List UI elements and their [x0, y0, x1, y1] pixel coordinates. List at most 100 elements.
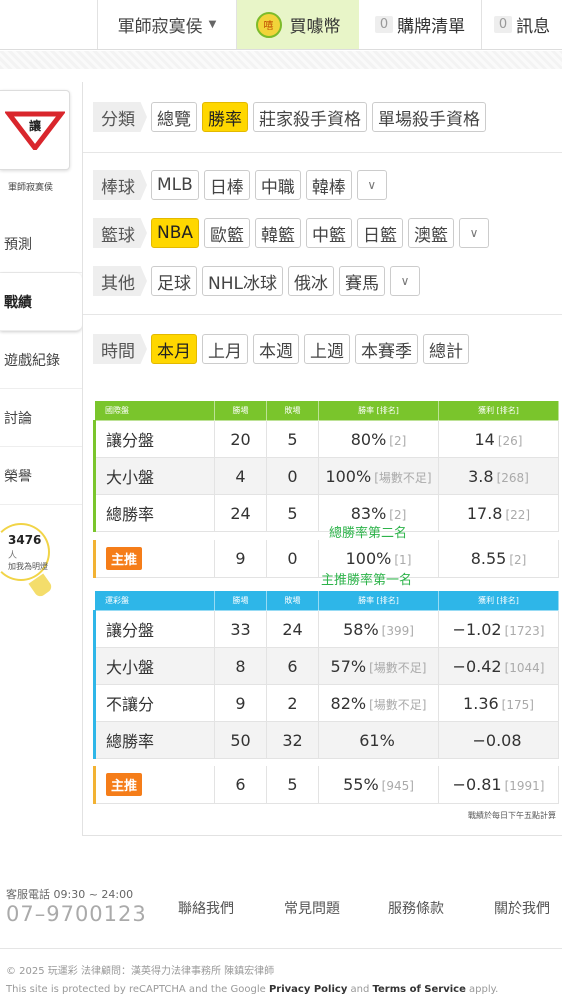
period-total[interactable]: 總計 — [423, 334, 469, 364]
category-filter: 分類 總覽 勝率 莊家殺手資格 單場殺手資格 — [93, 102, 491, 132]
league-khl[interactable]: 俄冰 — [287, 266, 334, 296]
avatar[interactable]: 讓 — [0, 90, 70, 170]
divider — [0, 948, 562, 949]
rate-cell: 61% — [318, 721, 439, 759]
profit-cell: 14 [26] — [438, 420, 559, 458]
tab-win-rate[interactable]: 勝率 — [202, 102, 248, 132]
annotation-total-rank: 總勝率第二名 — [329, 526, 408, 541]
chevron-down-icon: ▼ — [208, 19, 217, 30]
top-bar: 軍師寂寞侯 ▼ 嘻 買噱幣 0 購牌清單 0 訊息 — [0, 0, 562, 50]
copyright: © 2025 玩運彩 法律顧問：漢英得力法律事務所 陳鎮宏律師 — [6, 966, 275, 977]
league-euro[interactable]: 歐籃 — [204, 218, 251, 248]
period-this-season[interactable]: 本賽季 — [355, 334, 418, 364]
handicap-logo-icon: 讓 — [4, 111, 65, 150]
table-row: 總勝率 50 32 61% −0.08 — [93, 721, 559, 759]
period-last-week[interactable]: 上週 — [304, 334, 350, 364]
tab-overview[interactable]: 總覽 — [151, 102, 197, 132]
user-menu[interactable]: 軍師寂寞侯 ▼ — [97, 0, 237, 49]
footer-link-contact[interactable]: 聯絡我們 — [178, 898, 234, 918]
league-horse[interactable]: 賽馬 — [338, 266, 385, 296]
wins-cell: 9 — [214, 540, 267, 578]
wins-cell: 6 — [214, 766, 267, 804]
losses-cell: 0 — [266, 540, 319, 578]
row-label: 主推 — [93, 766, 215, 804]
chevron-down-icon[interactable]: ∨ — [356, 170, 387, 200]
table-row: 主推 6 5 55% [945] −0.81 [1991] — [93, 766, 559, 804]
sidebar-item-game-history[interactable]: 遊戲紀錄 — [0, 331, 82, 389]
rate-cell: 55% [945] — [318, 766, 439, 804]
table-row: 讓分盤 33 24 58% [399] −1.02 [1723] — [93, 610, 559, 648]
messages-label: 訊息 — [516, 17, 551, 37]
fans-count: 3476 人 — [8, 532, 42, 561]
cart-button[interactable]: 0 購牌清單 — [359, 0, 482, 49]
column-header: 敗場 — [266, 590, 319, 611]
privacy-policy-link[interactable]: Privacy Policy — [269, 984, 347, 995]
lottery-pick-table: 主推 6 5 55% [945] −0.81 [1991] — [93, 766, 559, 804]
losses-cell: 0 — [266, 457, 319, 495]
basketball-label: 籃球 — [93, 218, 147, 248]
terms-of-service-link[interactable]: Terms of Service — [373, 984, 466, 995]
footer-link-about[interactable]: 關於我們 — [494, 898, 550, 918]
sidebar-item-predict[interactable]: 預測 — [0, 215, 82, 273]
message-count-badge: 0 — [493, 16, 513, 33]
table-row: 不讓分 9 2 82% [場數不足] 1.36 [175] — [93, 684, 559, 722]
buy-coin-button[interactable]: 嘻 買噱幣 — [237, 0, 359, 49]
coin-icon: 嘻 — [255, 11, 282, 38]
losses-cell: 2 — [266, 684, 319, 722]
row-label: 總勝率 — [93, 721, 215, 759]
footer-link-faq[interactable]: 常見問題 — [284, 898, 340, 918]
recaptcha-notice: This site is protected by reCAPTCHA and … — [6, 984, 499, 995]
main-panel: 分類 總覽 勝率 莊家殺手資格 單場殺手資格 棒球 MLB 日棒 中職 韓棒 ∨… — [82, 82, 562, 836]
baseball-label: 棒球 — [93, 170, 147, 200]
league-mlb[interactable]: MLB — [151, 170, 199, 200]
profit-cell: −0.42 [1044] — [438, 647, 559, 685]
sidebar-item-label: 遊戲紀錄 — [4, 352, 60, 369]
tab-banker-killer[interactable]: 莊家殺手資格 — [253, 102, 367, 132]
period-this-month[interactable]: 本月 — [151, 334, 197, 364]
losses-cell: 5 — [266, 420, 319, 458]
period-last-month[interactable]: 上月 — [202, 334, 248, 364]
chevron-down-icon[interactable]: ∨ — [459, 218, 490, 248]
profit-cell: 17.8 [22] — [438, 494, 559, 532]
wins-cell: 24 — [214, 494, 267, 532]
wins-cell: 20 — [214, 420, 267, 458]
tab-single-killer[interactable]: 單場殺手資格 — [372, 102, 486, 132]
profit-cell: −0.08 — [438, 721, 559, 759]
footer-link-terms[interactable]: 服務條款 — [388, 898, 444, 918]
league-cba[interactable]: 中籃 — [306, 218, 353, 248]
chevron-down-icon[interactable]: ∨ — [389, 266, 420, 296]
rate-cell: 100% [場數不足] — [318, 457, 439, 495]
service-phone[interactable]: 07–9700123 — [6, 902, 147, 926]
league-nbl[interactable]: 澳籃 — [408, 218, 455, 248]
messages-button[interactable]: 0 訊息 — [482, 0, 562, 49]
user-name: 軍師寂寞侯 — [117, 17, 203, 37]
period-this-week[interactable]: 本週 — [253, 334, 299, 364]
sidebar-item-honors[interactable]: 榮譽 — [0, 447, 82, 505]
sidebar-item-discussion[interactable]: 討論 — [0, 389, 82, 447]
league-soccer[interactable]: 足球 — [151, 266, 197, 296]
losses-cell: 32 — [266, 721, 319, 759]
lottery-record-table: 運彩盤 勝場 敗場 勝率 [排名] 獲利 [排名] 讓分盤 33 24 58%[… — [93, 590, 559, 759]
league-nhl[interactable]: NHL冰球 — [202, 266, 283, 296]
table-row: 大小盤 8 6 57% [場數不足] −0.42 [1044] — [93, 647, 559, 685]
wins-cell: 4 — [214, 457, 267, 495]
profit-cell: −0.81 [1991] — [438, 766, 559, 804]
avatar-name: 軍師寂寞侯 — [8, 183, 54, 193]
league-bleague[interactable]: 日籃 — [357, 218, 404, 248]
basketball-filter: 籃球 NBA 歐籃 韓籃 中籃 日籃 澳籃 ∨ — [93, 218, 494, 248]
league-kbo[interactable]: 韓棒 — [305, 170, 352, 200]
sidebar-item-record[interactable]: 戰績 — [0, 273, 82, 331]
row-label: 大小盤 — [93, 647, 215, 685]
column-header: 獲利 [排名] — [438, 590, 559, 611]
league-kbl[interactable]: 韓籃 — [255, 218, 302, 248]
table-row: 讓分盤 20 5 80% [2] 14 [26] — [93, 420, 559, 458]
league-cpbl[interactable]: 中職 — [254, 170, 301, 200]
wins-cell: 9 — [214, 684, 267, 722]
column-header: 運彩盤 — [94, 590, 215, 611]
sidebar-item-label: 榮譽 — [4, 468, 32, 485]
column-header: 勝率 [排名] — [318, 590, 439, 611]
row-label: 總勝率 — [93, 494, 215, 532]
buy-coin-label: 買噱幣 — [289, 17, 341, 37]
league-npb[interactable]: 日棒 — [203, 170, 250, 200]
league-nba[interactable]: NBA — [151, 218, 200, 248]
